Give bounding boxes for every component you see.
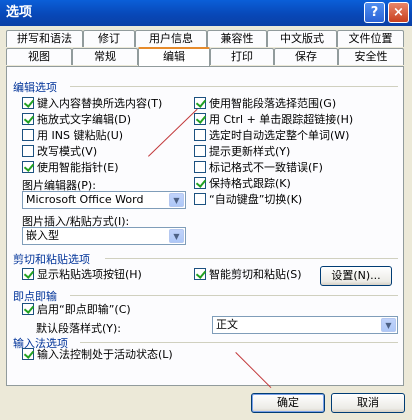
divider [105, 258, 398, 259]
checkbox-mark-format-errors[interactable]: 标记格式不一致错误(F) [194, 161, 323, 175]
default-style-select[interactable]: 正文 ▼ [212, 316, 398, 334]
tab-revisions[interactable]: 修订 [83, 30, 135, 47]
tab-security[interactable]: 安全性 [338, 48, 404, 65]
checkbox-box[interactable] [194, 113, 206, 125]
checkbox-box[interactable] [194, 145, 206, 157]
insert-paste-select[interactable]: 嵌入型 ▼ [22, 227, 186, 245]
checkbox-ime-control[interactable]: 输入法控制处于活动状态(L) [22, 348, 173, 362]
window-title: 选项 [6, 5, 33, 20]
checkbox-box[interactable] [22, 161, 34, 173]
tab-general[interactable]: 常规 [72, 48, 138, 65]
checkbox-select-whole-word[interactable]: 选定时自动选定整个单词(W) [194, 129, 349, 143]
checkbox-box[interactable] [22, 113, 34, 125]
tab-print[interactable]: 打印 [210, 48, 274, 65]
checkbox-smart-cut-paste[interactable]: 智能剪切和粘贴(S) [194, 268, 302, 282]
section-edit-options: 编辑选项 [13, 81, 57, 94]
checkbox-auto-keyboard[interactable]: “自动键盘”切换(K) [194, 193, 302, 207]
checkbox-smart-cursor[interactable]: 使用智能指针(E) [22, 161, 119, 175]
cancel-button[interactable]: 取消 [331, 393, 405, 413]
checkbox-box[interactable] [194, 193, 206, 205]
divider [70, 295, 398, 296]
section-cut-paste: 剪切和粘贴选项 [13, 253, 90, 266]
checkbox-enable-click-and-type[interactable]: 启用“即点即输”(C) [22, 303, 131, 317]
settings-button[interactable]: 设置(N)... [320, 266, 392, 286]
default-style-label: 默认段落样式(Y): [36, 322, 122, 335]
checkbox-ins-paste[interactable]: 用 INS 键粘贴(U) [22, 129, 123, 143]
checkbox-box[interactable] [194, 97, 206, 109]
section-click-and-type: 即点即输 [13, 290, 57, 303]
divider [70, 86, 398, 87]
checkbox-box[interactable] [22, 97, 34, 109]
checkbox-replace-selection[interactable]: 键入内容替换所选内容(T) [22, 97, 162, 111]
checkbox-box[interactable] [194, 177, 206, 189]
tab-user-info[interactable]: 用户信息 [135, 30, 207, 47]
divider [80, 342, 398, 343]
chevron-down-icon[interactable]: ▼ [169, 193, 184, 207]
tab-view[interactable]: 视图 [6, 48, 72, 65]
checkbox-show-paste-buttons[interactable]: 显示粘贴选项按钮(H) [22, 268, 142, 282]
picture-editor-select[interactable]: Microsoft Office Word ▼ [22, 191, 186, 209]
tab-edit[interactable]: 编辑 [138, 47, 210, 66]
checkbox-box[interactable] [22, 303, 34, 315]
checkbox-box[interactable] [194, 129, 206, 141]
help-button[interactable]: ? [364, 2, 385, 23]
tab-asian-typography[interactable]: 中文版式 [267, 30, 337, 47]
chevron-down-icon[interactable]: ▼ [381, 318, 396, 332]
ok-button[interactable]: 确定 [251, 393, 325, 413]
checkbox-drag-drop[interactable]: 拖放式文字编辑(D) [22, 113, 131, 127]
checkbox-prompt-update-style[interactable]: 提示更新样式(Y) [194, 145, 290, 159]
checkbox-box[interactable] [22, 348, 34, 360]
checkbox-box[interactable] [194, 268, 206, 280]
tab-compatibility[interactable]: 兼容性 [207, 30, 267, 47]
checkbox-ctrl-click-link[interactable]: 用 Ctrl + 单击跟踪超链接(H) [194, 113, 353, 127]
checkbox-smart-paragraph[interactable]: 使用智能段落选择范围(G) [194, 97, 336, 111]
close-button[interactable]: × [388, 2, 409, 23]
checkbox-box[interactable] [22, 145, 34, 157]
checkbox-box[interactable] [22, 268, 34, 280]
tab-spelling[interactable]: 拼写和语法 [6, 30, 83, 47]
checkbox-overtype[interactable]: 改写模式(V) [22, 145, 97, 159]
tab-file-locations[interactable]: 文件位置 [337, 30, 404, 47]
checkbox-box[interactable] [22, 129, 34, 141]
checkbox-keep-format-tracking[interactable]: 保持格式跟踪(K) [194, 177, 291, 191]
tab-save[interactable]: 保存 [274, 48, 338, 65]
chevron-down-icon[interactable]: ▼ [169, 229, 184, 243]
checkbox-box[interactable] [194, 161, 206, 173]
title-bar: 选项 [0, 0, 412, 26]
